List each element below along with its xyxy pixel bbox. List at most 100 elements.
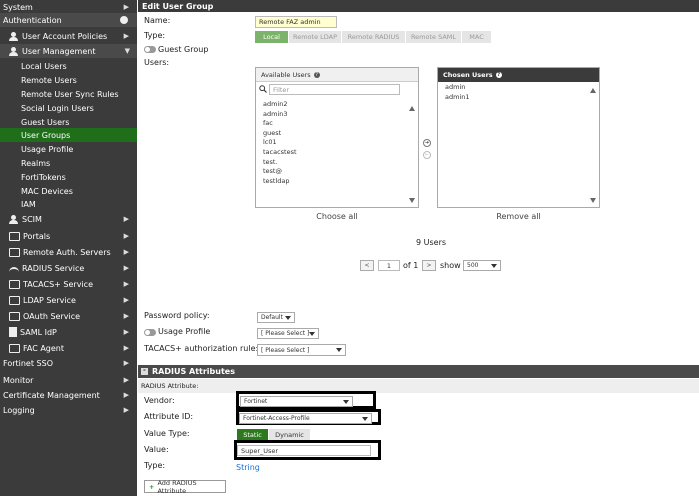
chosen-users-header: Chosen Users? (438, 68, 599, 82)
type-option-remote-saml[interactable]: Remote SAML (406, 31, 462, 43)
wifi-icon (9, 266, 19, 272)
chevron-right-icon: ▶ (123, 3, 129, 11)
sidebar-item-usage-profile[interactable]: Usage Profile (0, 142, 137, 156)
vendor-select[interactable]: Fortinet (240, 396, 353, 407)
type-option-mac[interactable]: MAC (462, 31, 492, 43)
sidebar-item-system[interactable]: System ▶ (0, 0, 137, 14)
type-segmented-control: Local Remote LDAP Remote RADIUS Remote S… (255, 31, 492, 43)
list-item[interactable]: admin2 (256, 100, 406, 110)
list-item[interactable]: tacacstest (256, 148, 406, 158)
sidebar-item-mac-devices[interactable]: MAC Devices (0, 184, 137, 198)
chevron-right-icon: ▶ (123, 215, 129, 223)
sidebar-item-label: OAuth Service (23, 311, 81, 321)
list-item[interactable]: admin (438, 83, 588, 93)
scroll-up-icon[interactable] (409, 106, 415, 111)
list-item[interactable]: admin3 (256, 110, 406, 120)
sidebar-item-label: Authentication (3, 15, 62, 25)
list-item[interactable]: admin1 (438, 93, 588, 103)
password-policy-select[interactable]: Default (257, 312, 295, 323)
value-input[interactable]: Super_User (237, 445, 371, 456)
collapse-icon[interactable]: - (141, 367, 148, 375)
sidebar-item-iam[interactable]: IAM (0, 197, 137, 211)
sidebar-item-label: Guest Users (21, 117, 70, 127)
sidebar-item-remote-users[interactable]: Remote Users (0, 73, 137, 87)
list-item[interactable]: lc01 (256, 138, 406, 148)
available-users-list: Available Users? Filter admin2 admin3 fac g… (255, 67, 419, 208)
sidebar-item-user-management[interactable]: User Management ▼ (0, 44, 137, 58)
sidebar-item-portals[interactable]: Portals ▶ (0, 229, 137, 243)
sidebar-item-fac-agent[interactable]: FAC Agent ▶ (0, 341, 137, 355)
scroll-down-icon[interactable] (590, 198, 596, 203)
sidebar-item-radius-service[interactable]: RADIUS Service ▶ (0, 261, 137, 275)
vendor-label: Vendor: (144, 396, 175, 405)
usage-profile-toggle[interactable] (144, 329, 156, 336)
sidebar-item-realms[interactable]: Realms (0, 156, 137, 170)
name-input[interactable]: Remote FAZ admin (255, 16, 337, 28)
value-type-label: Value Type: (144, 429, 190, 438)
sidebar-item-label: System (3, 2, 33, 12)
list-item[interactable]: guest (256, 129, 406, 139)
chosen-users-list: Chosen Users? admin admin1 (437, 67, 600, 208)
next-page-button[interactable]: > (422, 260, 436, 271)
type-label: Type: (144, 31, 166, 40)
sidebar-item-remote-user-sync-rules[interactable]: Remote User Sync Rules (0, 87, 137, 101)
move-left-icon[interactable]: ← (423, 151, 431, 159)
sidebar-item-social-login-users[interactable]: Social Login Users (0, 101, 137, 115)
tacacs-rule-select[interactable]: [ Please Select ] (257, 344, 346, 356)
prev-page-button[interactable]: < (360, 260, 374, 271)
type-option-local[interactable]: Local (255, 31, 289, 43)
sidebar-item-label: Logging (3, 405, 35, 415)
list-item[interactable]: test@ (256, 167, 406, 177)
sidebar-item-user-groups[interactable]: User Groups (0, 128, 137, 142)
sidebar-item-fortinet-sso[interactable]: Fortinet SSO ▶ (0, 356, 137, 370)
attribute-id-select[interactable]: Fortinet-Access-Profile (239, 413, 372, 424)
help-icon[interactable]: ? (495, 72, 502, 78)
guest-group-toggle[interactable] (144, 46, 156, 53)
scroll-down-icon[interactable] (409, 198, 415, 203)
usage-profile-select[interactable]: [ Please Select ] (257, 328, 319, 339)
chevron-right-icon: ▶ (123, 359, 129, 367)
type-option-remote-radius[interactable]: Remote RADIUS (342, 31, 406, 43)
chevron-right-icon: ▶ (123, 376, 129, 384)
sidebar-item-saml-idp[interactable]: SAML IdP ▶ (0, 325, 137, 339)
choose-all-link[interactable]: Choose all (255, 212, 419, 221)
chosen-users-title: Chosen Users (443, 71, 493, 79)
sidebar-item-authentication[interactable]: Authentication (0, 13, 137, 27)
sidebar-item-oauth-service[interactable]: OAuth Service ▶ (0, 309, 137, 323)
attribute-id-value: Fortinet-Access-Profile (243, 415, 310, 422)
sidebar-item-tacacs-service[interactable]: TACACS+ Service ▶ (0, 277, 137, 291)
sidebar-item-scim[interactable]: SCIM ▶ (0, 212, 137, 226)
type-option-remote-ldap[interactable]: Remote LDAP (289, 31, 342, 43)
list-item[interactable]: testldap (256, 177, 406, 187)
users-label: Users: (144, 58, 170, 67)
chevron-down-icon (309, 331, 315, 336)
move-right-icon[interactable]: ➜ (423, 139, 431, 147)
sidebar-item-fortitokens[interactable]: FortiTokens (0, 170, 137, 184)
sidebar-item-logging[interactable]: Logging ▶ (0, 403, 137, 417)
available-users-filter-input[interactable]: Filter (269, 84, 400, 95)
sidebar-item-user-account-policies[interactable]: User Account Policies ▶ (0, 29, 137, 43)
radius-attributes-header[interactable]: - RADIUS Attributes (138, 365, 699, 378)
help-icon[interactable]: ? (313, 71, 320, 78)
sidebar-item-local-users[interactable]: Local Users (0, 59, 137, 73)
scroll-up-icon[interactable] (590, 88, 596, 93)
page-number-input[interactable]: 1 (378, 260, 400, 271)
page-size-select[interactable]: 500 (463, 260, 501, 271)
sidebar-item-ldap-service[interactable]: LDAP Service ▶ (0, 293, 137, 307)
sidebar-item-certificate-management[interactable]: Certificate Management ▶ (0, 388, 137, 402)
show-label: show (440, 261, 461, 270)
available-users-header: Available Users? (256, 68, 418, 82)
sidebar-item-monitor[interactable]: Monitor ▶ (0, 373, 137, 387)
add-radius-attribute-button[interactable]: + Add RADIUS Attribute (144, 479, 226, 495)
sidebar-item-label: Social Login Users (21, 103, 94, 113)
list-item[interactable]: test. (256, 158, 406, 168)
sidebar-item-label: Certificate Management (3, 390, 100, 400)
chevron-right-icon: ▶ (123, 344, 129, 352)
sidebar-item-label: Remote User Sync Rules (21, 89, 119, 99)
page-size-value: 500 (467, 262, 479, 269)
remove-all-link[interactable]: Remove all (437, 212, 600, 221)
sidebar-item-remote-auth-servers[interactable]: Remote Auth. Servers ▶ (0, 245, 137, 259)
sidebar-item-label: SAML IdP (20, 327, 57, 337)
list-item[interactable]: fac (256, 119, 406, 129)
sidebar-item-guest-users[interactable]: Guest Users (0, 115, 137, 129)
